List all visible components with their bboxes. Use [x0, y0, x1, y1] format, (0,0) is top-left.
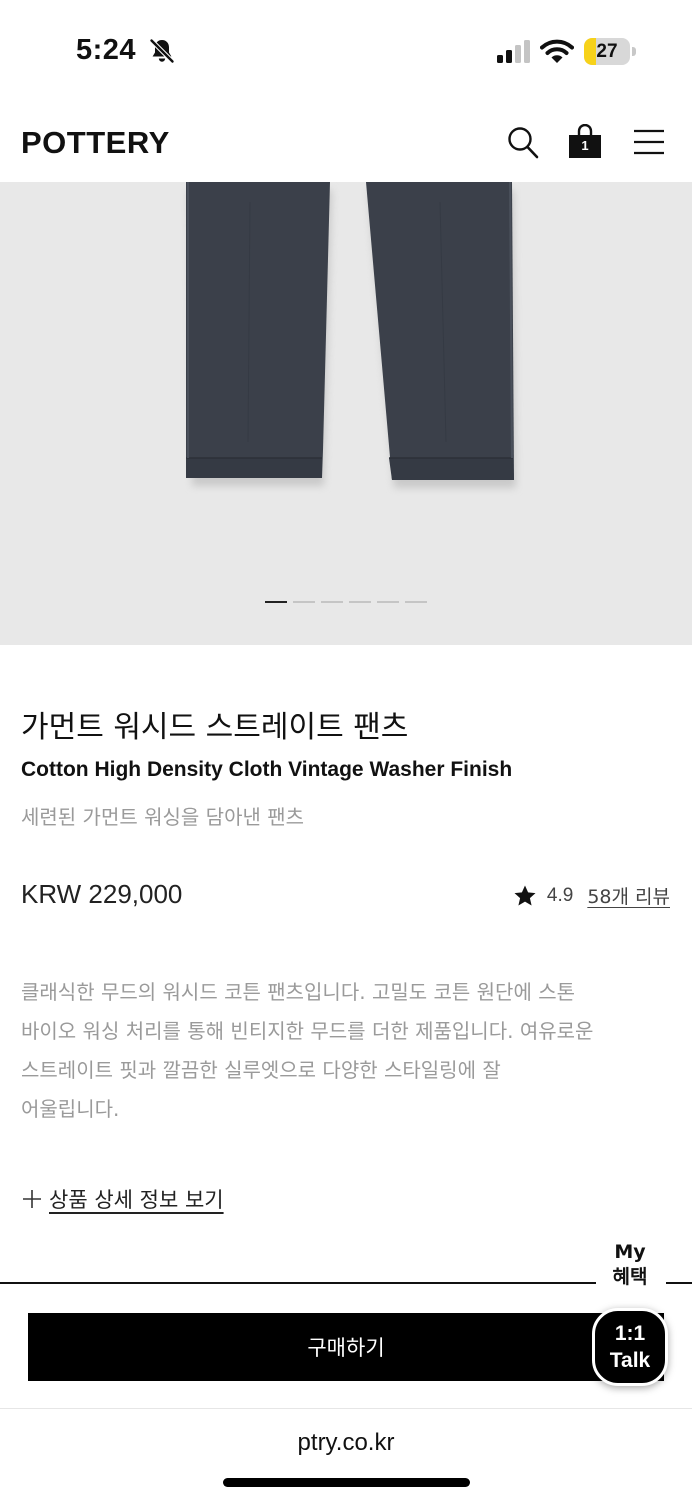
my-benefit-label-line2: 혜택 [612, 1266, 648, 1288]
cart-count-badge: 1 [581, 138, 589, 153]
brand-logo[interactable]: POTTERY [21, 125, 170, 161]
product-photo-pants [186, 182, 516, 488]
search-button[interactable] [506, 124, 540, 160]
review-count-link[interactable]: 58개 리뷰 [587, 882, 670, 909]
my-benefit-button[interactable]: My 혜택 [600, 1240, 660, 1290]
buy-button[interactable]: 구매하기 [28, 1313, 664, 1381]
description-line: 어울립니다. [21, 1097, 120, 1121]
carousel-dot[interactable] [377, 601, 399, 603]
carousel-indicator [265, 601, 427, 603]
menu-button[interactable] [632, 124, 666, 160]
product-description: 클래식한 무드의 워시드 코튼 팬츠입니다. 고밀도 코튼 원단에 스톤 바이오… [21, 973, 661, 1129]
plus-icon [23, 1190, 41, 1208]
wifi-icon [540, 39, 574, 63]
rating-value: 4.9 [546, 884, 574, 906]
talk-label-line1: 1:1 [614, 1322, 646, 1345]
product-image-carousel[interactable] [0, 182, 692, 645]
talk-chat-button[interactable]: 1:1 Talk [592, 1308, 668, 1386]
talk-label-line2: Talk [609, 1349, 651, 1372]
status-time: 5:24 [76, 34, 137, 66]
my-benefit-label-line1: My [614, 1241, 646, 1263]
divider [0, 1282, 596, 1284]
product-price: KRW 229,000 [21, 879, 183, 909]
bell-slash-icon [149, 38, 175, 64]
cellular-signal-icon [497, 40, 530, 63]
rating-summary: 4.9 58개 리뷰 [513, 882, 670, 909]
carousel-dot[interactable] [349, 601, 371, 603]
search-icon [508, 127, 539, 159]
battery-level: 27 [596, 41, 618, 62]
url-text: ptry.co.kr [297, 1429, 395, 1456]
hamburger-menu-icon [634, 129, 664, 155]
description-line: 바이오 워싱 처리를 통해 빈티지한 무드를 더한 제품입니다. 여유로운 [21, 1019, 594, 1043]
description-line: 클래식한 무드의 워시드 코튼 팬츠입니다. 고밀도 코튼 원단에 스톤 [21, 980, 576, 1004]
browser-url-bar[interactable]: ptry.co.kr [0, 1408, 692, 1500]
product-name-english: Cotton High Density Cloth Vintage Washer… [21, 758, 513, 781]
carousel-dot[interactable] [321, 601, 343, 603]
description-line: 스트레이트 핏과 깔끔한 실루엣으로 다양한 스타일링에 잘 [21, 1058, 501, 1082]
product-tagline: 세련된 가먼트 워싱을 담아낸 팬츠 [21, 805, 305, 829]
product-name-korean: 가먼트 워시드 스트레이트 팬츠 [21, 710, 409, 745]
divider [666, 1282, 692, 1284]
star-icon [514, 885, 536, 905]
product-detail-toggle[interactable]: 상품 상세 정보 보기 [21, 1184, 224, 1214]
app-header: POTTERY 1 [0, 100, 692, 182]
battery-body: 27 [584, 38, 630, 65]
home-indicator[interactable] [223, 1478, 470, 1487]
cart-button[interactable]: 1 [568, 123, 602, 160]
status-bar: 5:24 27 [0, 0, 692, 100]
battery-tip [632, 47, 636, 56]
battery-icon: 27 [584, 38, 636, 65]
carousel-dot[interactable] [405, 601, 427, 603]
product-detail-label: 상품 상세 정보 보기 [49, 1188, 224, 1212]
carousel-dot[interactable] [293, 601, 315, 603]
carousel-dot[interactable] [265, 601, 287, 603]
